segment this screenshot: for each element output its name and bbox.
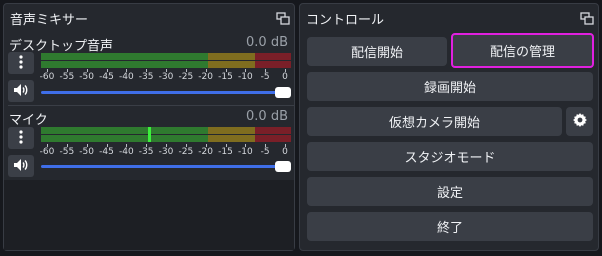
meter-scale: -60 -55 -50 -45 -40 -35 -30 -25 -20 -15 -10 -5 0 <box>39 144 291 158</box>
volume-meter-secondary <box>41 61 291 68</box>
scale-label: -45 <box>99 147 114 157</box>
volume-slider[interactable] <box>41 161 291 173</box>
scale-label: -60 <box>39 147 55 157</box>
channel-divider <box>8 105 294 106</box>
scale-label: -40 <box>118 147 134 157</box>
meter-peak-indicator <box>148 127 151 142</box>
volume-meter <box>41 53 291 60</box>
meter-scale: -60 -55 -50 -45 -40 -35 -30 -25 -20 -15 -10 -5 0 <box>39 69 291 83</box>
scale-label: -50 <box>79 147 95 157</box>
channel-menu-button[interactable] <box>8 127 34 149</box>
volume-slider-handle[interactable] <box>275 161 291 172</box>
scale-label: -35 <box>138 147 154 157</box>
meter-red-zone <box>255 53 291 60</box>
start-streaming-button[interactable]: 配信開始 <box>307 37 447 66</box>
channel-name: マイク <box>9 113 48 128</box>
scale-label: -15 <box>218 72 233 82</box>
scale-label: -30 <box>158 72 174 82</box>
audio-mixer-panel: 音声ミキサー デスクトップ音声 0.0 dB -60 -55 -50 -45 -40 -3… <box>3 3 295 251</box>
scale-label: -25 <box>178 72 194 82</box>
volume-slider-track <box>41 91 277 94</box>
scale-label: -30 <box>158 147 174 157</box>
studio-mode-button[interactable]: スタジオモード <box>307 142 593 171</box>
manage-broadcast-button[interactable]: 配信の管理 <box>451 33 594 68</box>
scale-label: -55 <box>59 72 75 82</box>
volume-slider-handle[interactable] <box>275 87 291 98</box>
vertical-dots-icon <box>19 129 23 148</box>
gear-icon <box>572 112 588 132</box>
scale-label: -60 <box>39 72 55 82</box>
speaker-icon <box>13 82 29 101</box>
mixer-empty-area <box>4 180 294 250</box>
scale-label: -35 <box>138 72 154 82</box>
volume-meter <box>41 127 291 134</box>
controls-title: コントロール <box>306 13 385 28</box>
scale-label: -10 <box>237 72 253 82</box>
start-recording-button[interactable]: 録画開始 <box>307 72 593 101</box>
undock-icon[interactable] <box>276 10 290 25</box>
audio-mixer-title: 音声ミキサー <box>10 13 89 28</box>
settings-button[interactable]: 設定 <box>307 177 593 206</box>
controls-panel: コントロール 配信開始 配信の管理 録画開始 仮想カメラ開始 スタジオモード 設… <box>299 3 599 251</box>
scale-label: 0 <box>282 72 288 82</box>
start-virtual-camera-button[interactable]: 仮想カメラ開始 <box>307 107 562 136</box>
scale-label: -45 <box>99 72 114 82</box>
scale-label: -20 <box>198 72 214 82</box>
scale-label: -15 <box>218 147 233 157</box>
scale-label: -25 <box>178 147 194 157</box>
volume-slider[interactable] <box>41 87 291 99</box>
scale-label: -40 <box>118 72 134 82</box>
scale-label: -50 <box>79 72 95 82</box>
virtual-camera-settings-button[interactable] <box>566 107 593 136</box>
scale-label: -5 <box>260 72 270 82</box>
exit-button[interactable]: 終了 <box>307 212 593 241</box>
volume-slider-track <box>41 165 277 168</box>
scale-label: -20 <box>198 147 214 157</box>
scale-label: -5 <box>260 147 270 157</box>
scale-label: -10 <box>237 147 253 157</box>
mute-button[interactable] <box>8 80 34 102</box>
mute-button[interactable] <box>8 155 34 177</box>
undock-icon[interactable] <box>580 10 594 25</box>
volume-meter-secondary <box>41 135 291 142</box>
channel-level: 0.0 dB <box>246 109 288 124</box>
speaker-icon <box>13 157 29 176</box>
meter-green-zone <box>41 53 208 60</box>
scale-label: 0 <box>282 147 288 157</box>
vertical-dots-icon <box>19 54 23 73</box>
scale-label: -55 <box>59 147 75 157</box>
meter-yellow-zone <box>208 53 255 60</box>
channel-menu-button[interactable] <box>8 52 34 74</box>
channel-level: 0.0 dB <box>246 35 288 50</box>
